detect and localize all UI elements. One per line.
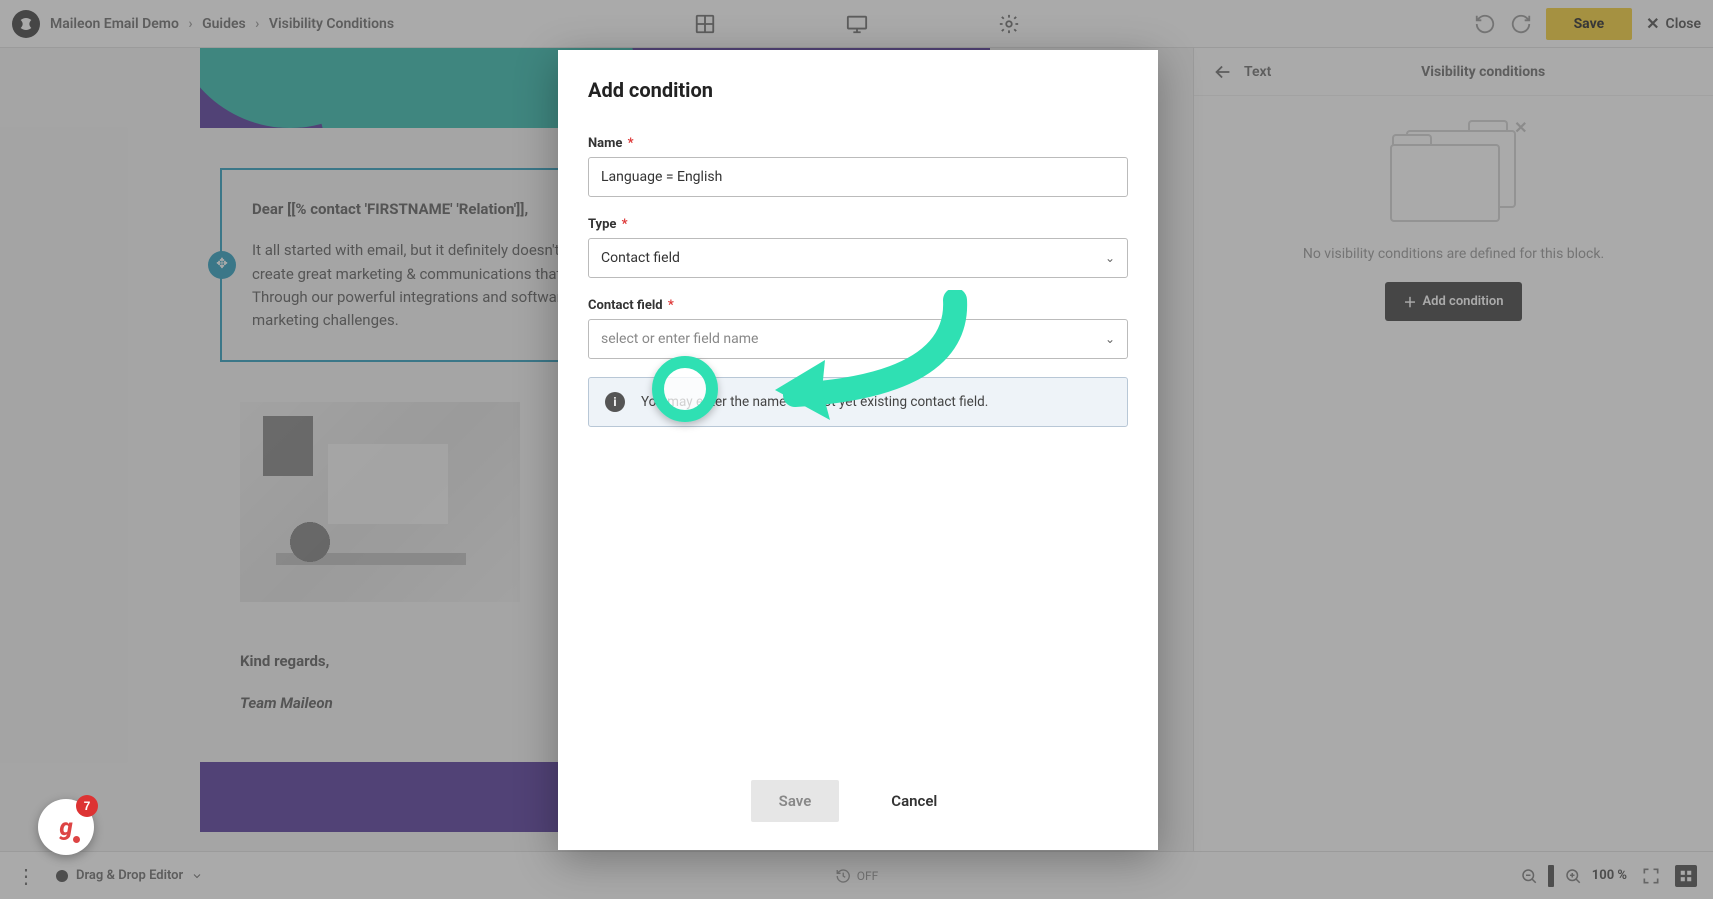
contact-field-placeholder: select or enter field name bbox=[601, 331, 758, 347]
contact-field-select[interactable]: select or enter field name ⌄ bbox=[588, 319, 1128, 359]
chevron-down-icon: ⌄ bbox=[1105, 332, 1115, 346]
modal-title: Add condition bbox=[588, 78, 1128, 102]
notification-letter: g bbox=[59, 813, 72, 841]
modal-footer: Save Cancel bbox=[558, 758, 1158, 850]
contact-field-label: Contact field * bbox=[588, 298, 1128, 313]
type-label: Type * bbox=[588, 217, 1128, 232]
info-banner: i You may enter the name of a not yet ex… bbox=[588, 377, 1128, 427]
notification-dot-icon bbox=[73, 836, 80, 843]
chevron-down-icon: ⌄ bbox=[1105, 251, 1115, 265]
info-icon: i bbox=[605, 392, 625, 412]
type-select-value: Contact field bbox=[601, 250, 680, 266]
name-input[interactable] bbox=[588, 157, 1128, 197]
modal-cancel-button[interactable]: Cancel bbox=[863, 780, 965, 822]
notification-count: 7 bbox=[76, 795, 98, 817]
name-label: Name * bbox=[588, 136, 1128, 151]
notification-bubble[interactable]: g 7 bbox=[38, 799, 94, 855]
info-text: You may enter the name of a not yet exis… bbox=[641, 394, 988, 410]
type-select[interactable]: Contact field ⌄ bbox=[588, 238, 1128, 278]
modal-save-button[interactable]: Save bbox=[751, 780, 840, 822]
add-condition-modal: Add condition Name * Type * Contact fiel… bbox=[558, 50, 1158, 850]
modal-header: Add condition bbox=[558, 50, 1158, 112]
